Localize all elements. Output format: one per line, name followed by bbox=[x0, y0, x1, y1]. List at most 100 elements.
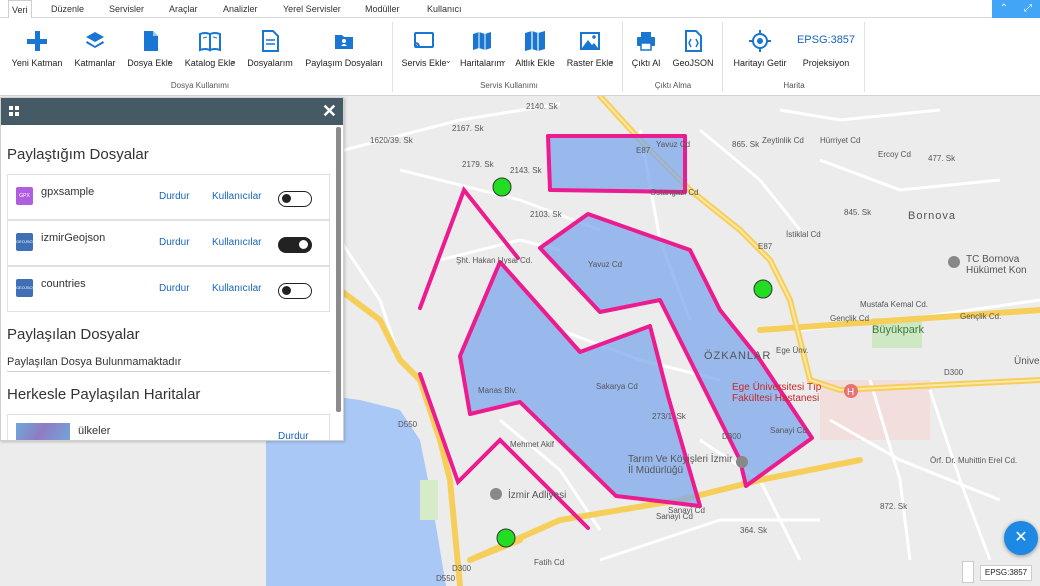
place-label-bornova: Bornova bbox=[908, 210, 956, 222]
gpx-file-icon: GPX bbox=[16, 187, 33, 205]
street-label: Örf. Dr. Muhittin Erel Cd. bbox=[930, 456, 1018, 465]
stop-sharing-link[interactable]: Durdur bbox=[159, 191, 190, 202]
layers-button[interactable]: Katmanlar bbox=[70, 28, 120, 68]
no-shared-files-text: Paylaşılan Dosya Bulunmamaktadır bbox=[7, 356, 182, 368]
fullscreen-button[interactable]: ⤢ bbox=[1016, 0, 1040, 18]
ribbon-divider bbox=[864, 22, 865, 92]
tab-araclar[interactable]: Araçlar bbox=[166, 0, 201, 18]
group-label-service-usage: Servis Kullanımı bbox=[480, 81, 538, 90]
tab-moduller[interactable]: Modüller bbox=[362, 0, 403, 18]
projection-button[interactable]: EPSG:3857 Projeksiyon bbox=[794, 28, 858, 68]
group-label-output: Çıktı Alma bbox=[654, 81, 692, 90]
street-label: Hürriyet Cd bbox=[820, 136, 861, 145]
street-label: 2167. Sk bbox=[452, 124, 484, 133]
geojson-point-marker bbox=[492, 177, 512, 197]
users-link[interactable]: Kullanıcılar bbox=[212, 237, 261, 248]
street-label: Sakarya Cd bbox=[596, 382, 638, 391]
street-label: Manas Blv. bbox=[478, 386, 517, 395]
street-label: Ostangazi Cd bbox=[650, 188, 699, 197]
tab-analizler[interactable]: Analizler bbox=[220, 0, 261, 18]
government-pin-icon bbox=[948, 256, 960, 268]
road-label: D300 bbox=[944, 368, 964, 377]
users-link[interactable]: Kullanıcılar bbox=[212, 283, 261, 294]
close-icon[interactable]: ✕ bbox=[322, 101, 337, 121]
tab-veri[interactable]: Veri bbox=[8, 0, 32, 19]
document-icon bbox=[262, 30, 279, 52]
group-label-file-usage: Dosya Kullanımı bbox=[170, 81, 230, 90]
crosshair-icon bbox=[749, 30, 771, 52]
sharing-toggle[interactable] bbox=[278, 283, 312, 299]
street-label: 845. Sk bbox=[844, 208, 872, 217]
image-icon bbox=[580, 32, 600, 50]
street-label: 364. Sk bbox=[740, 526, 768, 535]
projection-code-text: EPSG:3857 bbox=[796, 34, 856, 46]
projection-badge: EPSG:3857 bbox=[980, 565, 1032, 581]
users-link[interactable]: Kullanıcılar bbox=[212, 191, 261, 202]
add-catalog-dropdown-icon[interactable]: ⌄ bbox=[230, 56, 237, 65]
geojson-button[interactable]: GeoJSON bbox=[670, 28, 716, 68]
street-label: Mehmet Akif bbox=[510, 440, 555, 449]
street-label: 2143. Sk bbox=[510, 166, 542, 175]
geojson-point-marker bbox=[753, 279, 773, 299]
place-label-ozkanlar: ÖZKANLAR bbox=[704, 350, 772, 362]
add-service-dropdown-icon[interactable]: ⌄ bbox=[445, 56, 452, 65]
panel-scrollbar[interactable] bbox=[336, 127, 341, 412]
road-label: Ege Ünv. bbox=[776, 346, 809, 355]
new-layer-button[interactable]: Yeni Katman bbox=[8, 28, 66, 68]
grid-icon bbox=[9, 106, 19, 116]
place-label-directorate: Tarım Ve Köyişleri İzmir İl Müdürlüğü bbox=[628, 454, 733, 476]
shared-file-row: GEOJSON izmirGeojson Durdur Kullanıcılar bbox=[7, 220, 330, 266]
file-name: izmirGeojson bbox=[41, 232, 106, 244]
code-file-icon bbox=[685, 30, 702, 52]
street-label: 1620/39. Sk bbox=[370, 136, 413, 145]
street-label: Zeytinlik Cd bbox=[762, 136, 804, 145]
stop-sharing-link[interactable]: Durdur bbox=[159, 283, 190, 294]
place-label-hospital: Ege Üniversitesi Tıp Fakültesi Hastanesi bbox=[732, 382, 822, 404]
tab-servisler[interactable]: Servisler bbox=[106, 0, 147, 18]
tab-duzenle[interactable]: Düzenle bbox=[48, 0, 87, 18]
ribbon-toolbar: Yeni Katman Katmanlar Dosya Ekle ⌄ Katal… bbox=[0, 18, 1040, 96]
street-label: 2179. Sk bbox=[462, 160, 494, 169]
geojson-point-marker bbox=[496, 528, 516, 548]
add-basemap-button[interactable]: Altlık Ekle bbox=[512, 28, 558, 68]
public-maps-title: Herkesle Paylaşılan Haritalar bbox=[7, 386, 201, 403]
street-label: Ercoy Cd bbox=[878, 150, 911, 159]
fetch-map-button[interactable]: Haritayı Getir bbox=[730, 28, 790, 68]
add-file-dropdown-icon[interactable]: ⌄ bbox=[166, 56, 173, 65]
place-label-hukumet-konagi: TC Bornova Hükümet Kon bbox=[966, 254, 1027, 276]
cast-icon bbox=[414, 32, 434, 48]
panel-header: ✕ bbox=[1, 98, 343, 125]
add-service-button[interactable]: Servis Ekle bbox=[398, 28, 450, 68]
street-label: Fatih Cd bbox=[534, 558, 565, 567]
geojson-file-icon: GEOJSON bbox=[16, 233, 36, 251]
road-label: D550 bbox=[398, 420, 418, 429]
place-label-courthouse: İzmir Adliyesi bbox=[508, 490, 567, 501]
road-label: E87 bbox=[758, 242, 773, 251]
street-label: Yavuz Cd bbox=[656, 140, 691, 149]
stop-sharing-link[interactable]: Durdur bbox=[159, 237, 190, 248]
road-label: D300 bbox=[452, 564, 472, 573]
street-label: Yavuz Cd bbox=[588, 260, 623, 269]
street-label: Sanayi Cd bbox=[770, 426, 807, 435]
my-files-button[interactable]: Dosyalarım bbox=[244, 28, 296, 68]
tab-kullanici[interactable]: Kullanıcı bbox=[424, 0, 465, 18]
tools-fab-button[interactable]: ✕ bbox=[1004, 521, 1038, 555]
shared-files-button[interactable]: Paylaşım Dosyaları bbox=[302, 28, 386, 68]
street-label: Mustafa Kemal Cd. bbox=[860, 300, 929, 309]
layers-icon bbox=[86, 32, 104, 48]
tab-yerel-servisler[interactable]: Yerel Servisler bbox=[280, 0, 344, 18]
ribbon-divider bbox=[622, 22, 623, 92]
group-label-map: Harita bbox=[783, 81, 805, 90]
print-button[interactable]: Çıktı Al bbox=[626, 28, 666, 68]
street-label: Gençlik Cd. bbox=[960, 312, 1002, 321]
sharing-toggle[interactable] bbox=[278, 237, 312, 253]
stop-sharing-link[interactable]: Durdur bbox=[278, 431, 309, 440]
collapse-ribbon-button[interactable]: ⌃ bbox=[992, 0, 1016, 18]
sharing-toggle[interactable] bbox=[278, 191, 312, 207]
road-label: E87 bbox=[636, 146, 651, 155]
shared-files-title: Paylaşılan Dosyalar bbox=[7, 326, 140, 343]
ribbon-divider bbox=[722, 22, 723, 92]
my-maps-dropdown-icon[interactable]: ⌄ bbox=[500, 56, 507, 65]
add-raster-dropdown-icon[interactable]: ⌄ bbox=[608, 56, 615, 65]
book-icon bbox=[199, 32, 221, 52]
